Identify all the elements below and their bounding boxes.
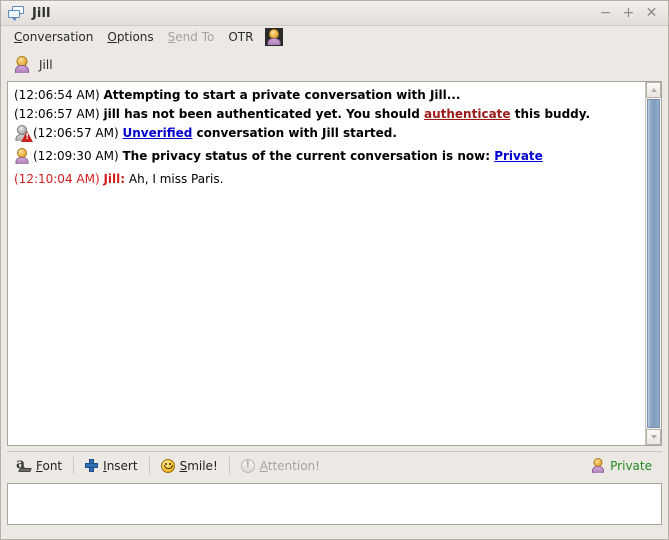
scroll-down-icon[interactable] — [646, 429, 661, 445]
buddy-private-icon — [14, 148, 29, 169]
message-text: Ah, I miss Paris. — [128, 172, 224, 186]
insert-button[interactable]: Insert — [76, 456, 146, 476]
buddy-icon[interactable] — [265, 28, 284, 46]
minimize-icon[interactable]: − — [599, 6, 612, 20]
message-text-tail: this buddy. — [510, 107, 591, 121]
message-timestamp: (12:06:57 AM) — [33, 126, 119, 140]
font-button-label: Font — [36, 458, 63, 473]
font-button[interactable]: Font — [7, 456, 71, 476]
message-timestamp: (12:06:54 AM) — [14, 88, 100, 102]
buddy-icon — [591, 458, 605, 473]
unverified-link[interactable]: Unverified — [122, 126, 192, 140]
message-row: (12:06:57 AM) Unverified conversation wi… — [14, 124, 641, 147]
menu-options[interactable]: Options — [100, 28, 160, 46]
maximize-icon[interactable]: + — [622, 6, 635, 20]
scrollbar-thumb[interactable] — [647, 99, 660, 428]
menu-conversation-label: onversation — [22, 30, 94, 44]
menu-send-to-label: end To — [175, 30, 215, 44]
chat-bubbles-icon — [8, 5, 25, 21]
toolbar-separator — [148, 457, 150, 474]
message-list: (12:06:54 AM) Attempting to start a priv… — [8, 82, 645, 445]
toolbar-separator — [73, 457, 75, 474]
insert-button-label: Insert — [103, 458, 138, 473]
conversation-area: (12:06:54 AM) Attempting to start a priv… — [7, 81, 662, 446]
message-row: (12:06:57 AM) jill has not been authenti… — [14, 105, 641, 124]
tab-label: Jill — [39, 57, 53, 72]
message-row: (12:09:30 AM) The privacy status of the … — [14, 147, 641, 170]
message-text: jill has not been authenticated yet. You… — [103, 107, 424, 121]
menu-conversation[interactable]: Conversation — [7, 28, 100, 46]
authenticate-link[interactable]: authenticate — [424, 107, 511, 121]
font-icon — [16, 456, 31, 472]
menu-bar: Conversation Options Send To OTR — [1, 26, 668, 48]
message-row: (12:06:54 AM) Attempting to start a priv… — [14, 86, 641, 105]
menu-send-to[interactable]: Send To — [161, 28, 222, 46]
message-timestamp: (12:10:04 AM) — [14, 172, 100, 186]
message-text: conversation with Jill started. — [192, 126, 397, 140]
conversation-scrollbar[interactable] — [645, 82, 661, 445]
message-sender: Jill: — [103, 172, 126, 186]
attention-button-label: Attention! — [259, 458, 320, 473]
menu-options-label: ptions — [116, 30, 154, 44]
message-input-area[interactable] — [7, 483, 662, 525]
window-controls: − + ✕ — [599, 6, 664, 20]
message-text: Attempting to start a private conversati… — [103, 88, 461, 102]
conversation-tab[interactable]: Jill — [1, 48, 668, 81]
close-icon[interactable]: ✕ — [645, 6, 658, 20]
otr-status[interactable]: Private — [591, 458, 662, 473]
message-row: (12:10:04 AM) Jill: Ah, I miss Paris. — [14, 170, 641, 189]
status-bar — [1, 531, 668, 539]
smile-button-label: Smile! — [179, 458, 218, 473]
message-input[interactable] — [8, 484, 661, 524]
formatting-toolbar: Font Insert Smile! Attention! Private — [7, 451, 662, 479]
window-title: Jill — [32, 5, 51, 21]
toolbar-separator — [228, 457, 230, 474]
conversation-window: Jill − + ✕ Conversation Options Send To … — [0, 0, 669, 540]
smile-button[interactable]: Smile! — [152, 456, 227, 476]
buddy-unverified-icon — [14, 125, 33, 146]
menu-otr[interactable]: OTR — [221, 28, 260, 46]
private-link[interactable]: Private — [494, 149, 543, 163]
attention-button[interactable]: Attention! — [232, 456, 329, 476]
smiley-icon — [160, 458, 175, 473]
attention-icon — [240, 458, 255, 473]
message-timestamp: (12:06:57 AM) — [14, 107, 100, 121]
scrollbar-track[interactable] — [646, 98, 661, 429]
message-text: The privacy status of the current conver… — [122, 149, 495, 163]
scroll-up-icon[interactable] — [646, 82, 661, 98]
title-bar: Jill − + ✕ — [1, 1, 668, 26]
otr-status-label: Private — [610, 458, 652, 473]
plus-icon — [85, 459, 99, 472]
message-timestamp: (12:09:30 AM) — [33, 149, 119, 163]
buddy-icon — [14, 56, 30, 73]
